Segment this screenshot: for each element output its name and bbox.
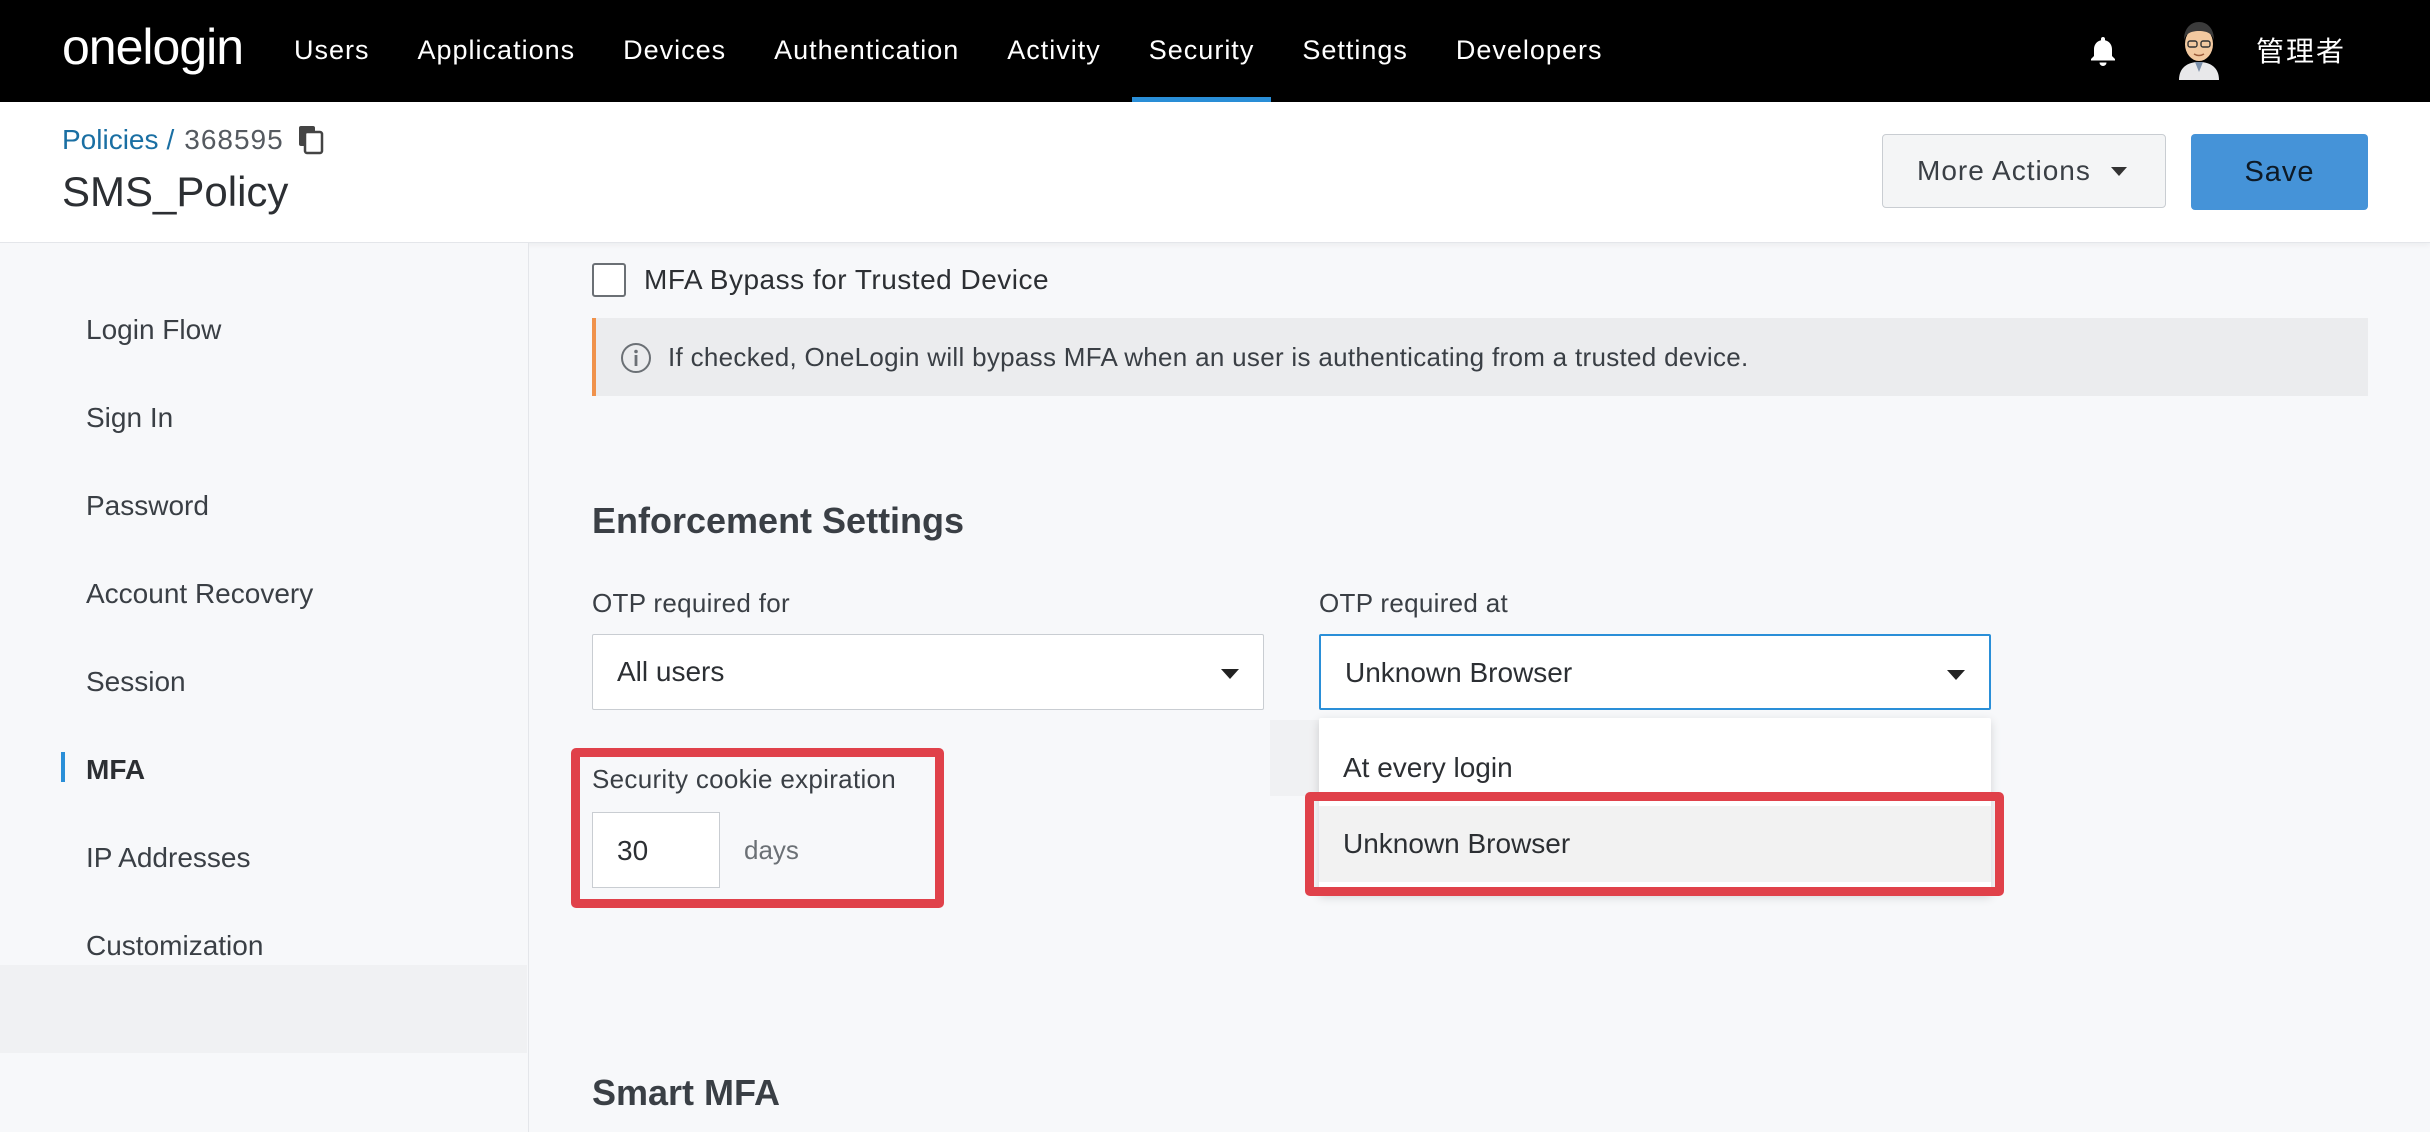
nav-item-settings[interactable]: Settings xyxy=(1278,0,1432,102)
chevron-down-icon xyxy=(1221,669,1239,679)
nav-item-developers[interactable]: Developers xyxy=(1432,0,1627,102)
sidebar-item-mfa[interactable]: MFA xyxy=(86,754,145,786)
avatar[interactable] xyxy=(2175,18,2223,80)
chevron-down-icon xyxy=(2110,166,2127,176)
otp-required-for-value: All users xyxy=(617,656,725,687)
sidebar-item-password[interactable]: Password xyxy=(86,490,209,522)
info-text: If checked, OneLogin will bypass MFA whe… xyxy=(668,342,1749,372)
option-label: At every login xyxy=(1343,752,1513,783)
enforcement-settings-title: Enforcement Settings xyxy=(592,500,965,541)
info-icon xyxy=(621,343,651,373)
nav-item-applications[interactable]: Applications xyxy=(394,0,600,102)
copy-icon[interactable] xyxy=(298,125,324,155)
dropdown-shadow xyxy=(1270,720,1320,796)
smart-mfa-title: Smart MFA xyxy=(592,1072,781,1113)
chevron-down-icon xyxy=(1947,670,1965,680)
bell-icon[interactable] xyxy=(2088,35,2118,67)
highlight-box-cookie xyxy=(571,748,944,908)
sidebar-item-login-flow[interactable]: Login Flow xyxy=(86,314,221,346)
breadcrumb-policies-link[interactable]: Policies xyxy=(62,124,158,156)
sidebar-item-session[interactable]: Session xyxy=(86,666,186,698)
onelogin-logo[interactable]: onelogin xyxy=(62,18,244,76)
otp-required-at-value: Unknown Browser xyxy=(1345,657,1573,688)
sidebar-item-ip-addresses[interactable]: IP Addresses xyxy=(86,842,250,874)
sidebar-item-sign-in[interactable]: Sign In xyxy=(86,402,173,434)
more-actions-label: More Actions xyxy=(1917,155,2091,186)
page-title: SMS_Policy xyxy=(62,168,289,215)
breadcrumb: Policies / 368595 xyxy=(62,124,324,156)
sidebar-item-customization[interactable]: Customization xyxy=(86,930,263,962)
more-actions-button[interactable]: More Actions xyxy=(1882,134,2166,208)
mfa-bypass-checkbox[interactable] xyxy=(592,263,626,297)
save-button[interactable]: Save xyxy=(2191,134,2368,210)
sidebar-active-highlight xyxy=(0,965,527,1053)
breadcrumb-separator: / xyxy=(166,124,175,155)
nav-item-security[interactable]: Security xyxy=(1125,0,1279,102)
nav-item-activity[interactable]: Activity xyxy=(983,0,1125,102)
info-callout: If checked, OneLogin will bypass MFA whe… xyxy=(592,318,2368,396)
page-header: Policies / 368595 SMS_Policy More Action… xyxy=(0,102,2430,243)
user-name[interactable]: 管理者 xyxy=(2256,30,2346,70)
otp-required-at-select[interactable]: Unknown Browser xyxy=(1319,634,1991,710)
nav-item-users[interactable]: Users xyxy=(270,0,394,102)
nav-item-authentication[interactable]: Authentication xyxy=(750,0,983,102)
top-nav: onelogin Users Applications Devices Auth… xyxy=(0,0,2430,102)
nav-menu: Users Applications Devices Authenticatio… xyxy=(270,0,1626,102)
sidebar-active-indicator xyxy=(61,752,65,782)
otp-required-at-label: OTP required at xyxy=(1319,588,1509,618)
otp-required-for-select[interactable]: All users xyxy=(592,634,1264,710)
highlight-box-option xyxy=(1305,792,2004,896)
sidebar: Login Flow Sign In Password Account Reco… xyxy=(0,243,529,1132)
otp-required-for-label: OTP required for xyxy=(592,588,790,618)
policy-id: 368595 xyxy=(184,124,284,155)
nav-item-devices[interactable]: Devices xyxy=(599,0,750,102)
mfa-bypass-label[interactable]: MFA Bypass for Trusted Device xyxy=(644,264,1049,296)
sidebar-item-account-recovery[interactable]: Account Recovery xyxy=(86,578,313,610)
